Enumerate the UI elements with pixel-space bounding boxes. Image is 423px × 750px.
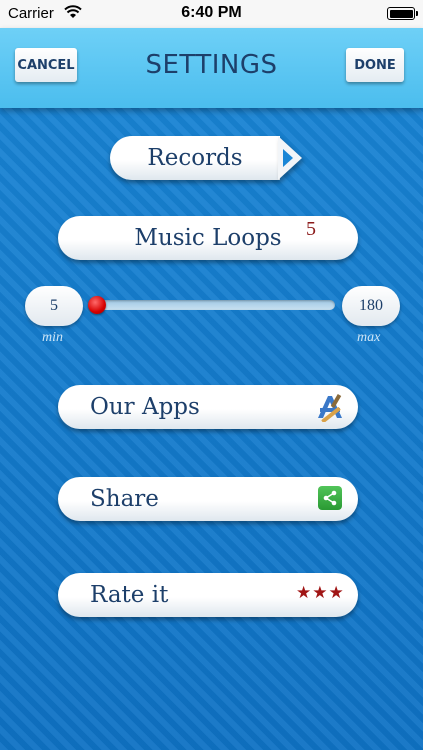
music-loops-slider-track[interactable] xyxy=(93,300,335,310)
min-value-bubble: 5 xyxy=(25,286,83,326)
our-apps-label: Our Apps xyxy=(90,394,200,420)
share-icon xyxy=(318,486,342,510)
star-rating-icon: ★★★ xyxy=(296,583,345,603)
records-label: Records xyxy=(147,145,243,171)
max-value-bubble: 180 xyxy=(342,286,400,326)
chevron-right-icon xyxy=(283,149,293,167)
music-loops-label: Music Loops xyxy=(134,225,282,251)
our-apps-button[interactable]: Our Apps xyxy=(58,385,358,429)
clock: 6:40 PM xyxy=(181,4,242,21)
done-button[interactable]: DONE xyxy=(346,48,404,82)
share-button[interactable]: Share xyxy=(58,477,358,521)
rate-it-label: Rate it xyxy=(90,582,169,608)
max-label: max xyxy=(357,330,381,345)
app-store-icon xyxy=(318,393,342,422)
battery-icon xyxy=(387,7,418,20)
share-label: Share xyxy=(90,486,159,512)
nav-bar: CANCEL SETTINGS DONE xyxy=(0,28,423,108)
min-label: min xyxy=(42,330,63,345)
music-loops-slider-thumb[interactable] xyxy=(88,296,106,314)
records-button[interactable]: Records xyxy=(110,136,280,180)
music-loops-count: 5 xyxy=(306,218,316,240)
status-bar: Carrier 6:40 PM xyxy=(0,0,423,28)
